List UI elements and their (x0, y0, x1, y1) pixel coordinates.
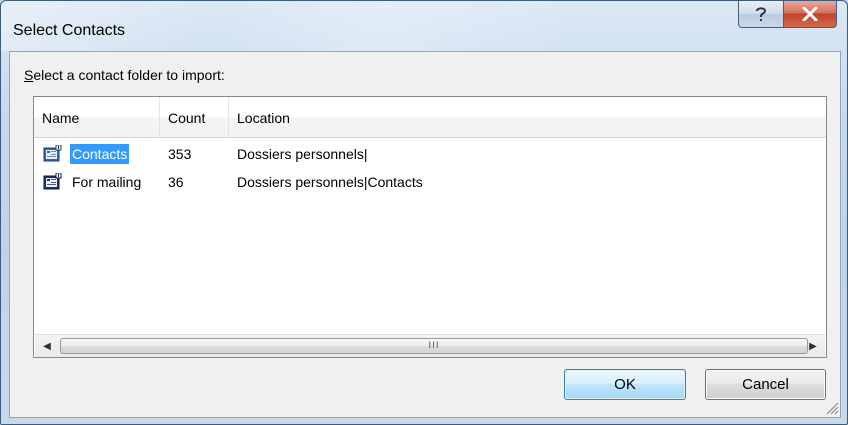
horizontal-scrollbar[interactable]: ◀ III ▶ (35, 334, 825, 357)
contact-folder-icon (43, 145, 62, 162)
help-button[interactable] (738, 1, 784, 28)
list-header: Name Count Location (34, 97, 826, 138)
accelerator-key: S (24, 67, 34, 83)
dialog-title: Select Contacts (13, 22, 126, 39)
scroll-right-icon[interactable]: ▶ (802, 335, 824, 357)
prompt-text: elect a contact folder to import: (33, 67, 225, 83)
scroll-grip: III (428, 341, 440, 351)
row-name: For mailing (72, 174, 142, 190)
column-header-name[interactable]: Name (34, 97, 160, 138)
close-x-icon (802, 7, 818, 21)
ok-button[interactable]: OK (564, 369, 686, 400)
resize-grip-icon[interactable] (823, 399, 839, 415)
help-question-icon (756, 7, 767, 21)
contact-folder-list[interactable]: Name Count Location Contacts 353 Dossier… (33, 96, 827, 358)
scroll-thumb[interactable]: III (60, 338, 808, 354)
row-location: Dossiers personnels| (237, 146, 368, 162)
title-bar[interactable]: Select Contacts (1, 1, 847, 51)
row-location: Dossiers personnels|Contacts (237, 174, 423, 190)
cancel-button[interactable]: Cancel (705, 369, 826, 400)
row-count: 36 (168, 174, 184, 190)
scroll-left-icon[interactable]: ◀ (36, 335, 58, 357)
row-count: 353 (168, 146, 192, 162)
folder-prompt-label: Select a contact folder to import: (24, 67, 225, 83)
column-header-count[interactable]: Count (160, 97, 229, 138)
column-header-location[interactable]: Location (229, 97, 828, 138)
list-row-contacts[interactable]: Contacts 353 Dossiers personnels| (34, 142, 826, 166)
select-contacts-dialog: Select Contacts Select a contact folder … (0, 0, 848, 425)
row-name: Contacts (70, 144, 130, 164)
contact-folder-icon (43, 173, 62, 190)
close-button[interactable] (783, 1, 837, 28)
list-row-for-mailing[interactable]: For mailing 36 Dossiers personnels|Conta… (34, 170, 826, 194)
